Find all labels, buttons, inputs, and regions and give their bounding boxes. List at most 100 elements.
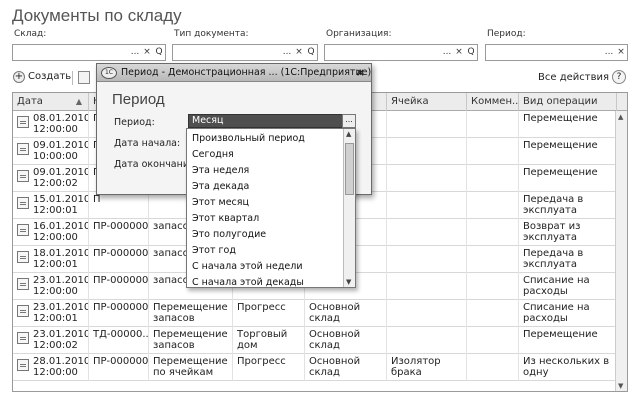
cell-date: 08.01.2010 12:00:00	[13, 111, 89, 138]
table-row[interactable]: 23.01.201012:00:01ПР-000000...Перемещени…	[13, 300, 627, 327]
warehouse-open-icon[interactable]: Q	[153, 45, 165, 60]
cell-number: П	[89, 192, 149, 219]
copy-icon[interactable]	[78, 71, 90, 84]
cell-cell	[387, 138, 467, 165]
warehouse-select-button[interactable]: ...	[129, 45, 141, 60]
period-select[interactable]: Месяц	[188, 114, 356, 128]
start-date-label: Дата начала:	[114, 138, 181, 149]
column-header-operation[interactable]: Вид операции	[519, 93, 617, 111]
organization-select-button[interactable]: ...	[441, 45, 453, 60]
period-filter-clear-icon[interactable]: ×	[615, 45, 627, 60]
period-dropdown-list: Произвольный период Сегодня Эта неделя Эта …	[186, 128, 356, 288]
row-time: 12:00:00	[33, 232, 78, 243]
scroll-up-icon[interactable]: ▲	[618, 113, 623, 121]
doc-type-select-button[interactable]: ...	[281, 45, 293, 60]
cell-document: Перемещение по ячейкам	[149, 354, 233, 381]
document-icon	[17, 143, 29, 155]
document-icon	[17, 305, 29, 317]
period-filter-select-button[interactable]: ...	[603, 45, 615, 60]
organization-clear-icon[interactable]: ×	[453, 45, 465, 60]
doc-type-label: Тип документа:	[174, 29, 249, 39]
cell-cell	[387, 165, 467, 192]
period-option[interactable]: Эта декада	[192, 181, 249, 192]
cell-organization: Торговый дом	[233, 327, 305, 354]
column-header-comment[interactable]: Коммен...	[467, 93, 519, 111]
period-option[interactable]: С начала этой недели	[192, 261, 303, 272]
cell-operation: Списание на расходы	[519, 300, 617, 327]
sort-ascending-icon: ▲	[75, 97, 82, 106]
period-filter-label: Период:	[487, 29, 526, 39]
document-icon	[17, 170, 29, 182]
cell-cell: Изолятор брака	[387, 354, 467, 381]
cell-date: 18.01.2010 12:00:01	[13, 246, 89, 273]
cell-document: Перемещение запасов	[149, 327, 233, 354]
column-header-date[interactable]: Дата ▲	[13, 93, 89, 111]
cell-number: ПР-000000...	[89, 300, 149, 327]
scroll-down-icon[interactable]: ▼	[346, 278, 351, 286]
row-time: 12:00:01	[33, 313, 78, 324]
organization-open-icon[interactable]: Q	[465, 45, 477, 60]
period-option[interactable]: Эта неделя	[192, 165, 249, 176]
all-actions-menu[interactable]: Все действия ▾	[538, 72, 617, 83]
period-option[interactable]: Этот месяц	[192, 197, 249, 208]
document-icon	[17, 197, 29, 209]
cell-date: 09.01.2010 10:00:00	[13, 138, 89, 165]
cell-cell	[387, 246, 467, 273]
cell-warehouse: Основной склад	[305, 327, 387, 354]
page-title: Документы по складу	[12, 6, 182, 25]
period-label: Период:	[114, 117, 155, 128]
cell-cell	[387, 111, 467, 138]
scroll-down-icon[interactable]: ▼	[618, 382, 623, 390]
document-icon	[17, 116, 29, 128]
cell-warehouse: Основной склад	[305, 300, 387, 327]
row-date: 18.01.2010	[33, 248, 89, 259]
cell-operation: Возврат из эксплуата	[519, 219, 617, 246]
scroll-up-icon[interactable]: ▲	[346, 130, 351, 138]
doc-type-field[interactable]: ... × Q	[172, 44, 318, 61]
period-filter-field[interactable]: ... ×	[485, 44, 628, 61]
document-icon	[17, 332, 29, 344]
dialog-title: Период - Демонстрационная ... (1С:Предпр…	[121, 67, 372, 78]
period-option[interactable]: Этот квартал	[192, 213, 259, 224]
dropdown-scrollbar[interactable]: ▲ ▼	[343, 129, 355, 287]
table-scrollbar[interactable]: ▲ ▼	[615, 111, 627, 391]
cell-comment	[467, 300, 519, 327]
organization-label: Организация:	[326, 29, 392, 39]
period-select-button[interactable]: ...	[342, 114, 356, 128]
row-time: 12:00:00	[33, 286, 78, 297]
organization-field[interactable]: ... × Q	[324, 44, 478, 61]
row-date: 23.01.2010	[33, 329, 89, 340]
doc-type-clear-icon[interactable]: ×	[293, 45, 305, 60]
period-option[interactable]: С начала этой декады	[192, 277, 304, 288]
period-option[interactable]: Сегодня	[192, 149, 234, 160]
period-option[interactable]: Произвольный период	[192, 133, 305, 144]
cell-comment	[467, 327, 519, 354]
cell-date: 15.01.2010 12:00:01	[13, 192, 89, 219]
help-icon[interactable]: ?	[612, 70, 626, 84]
period-option[interactable]: Этот год	[192, 245, 236, 256]
scroll-thumb[interactable]	[345, 143, 354, 195]
row-date: 09.01.2010	[33, 167, 89, 178]
cell-cell	[387, 219, 467, 246]
row-date: 09.01.2010	[33, 140, 89, 151]
cell-comment	[467, 219, 519, 246]
table-row[interactable]: 23.01.2010 12:00:02 ТД-00000... Перемещение…	[13, 327, 627, 354]
dialog-titlebar[interactable]: 1С Период - Демонстрационная ... (1С:Пре…	[97, 64, 371, 82]
row-date: 15.01.2010	[33, 194, 89, 205]
row-time: 12:00:00	[33, 367, 78, 378]
cell-date: 23.01.2010 12:00:00	[13, 273, 89, 300]
cell-operation: Из нескольких в одну	[519, 354, 617, 381]
close-icon[interactable]: ×	[356, 66, 365, 79]
period-option[interactable]: Это полугодие	[192, 229, 266, 240]
row-date: 23.01.2010	[33, 302, 89, 313]
cell-number: ПР-000000...	[89, 246, 149, 273]
warehouse-field[interactable]: ... × Q	[12, 44, 166, 61]
cell-organization: Прогресс	[233, 300, 305, 327]
warehouse-clear-icon[interactable]: ×	[141, 45, 153, 60]
column-header-cell[interactable]: Ячейка	[387, 93, 467, 111]
create-button[interactable]: + Создать	[13, 71, 71, 83]
row-time: 12:00:02	[33, 340, 78, 351]
doc-type-open-icon[interactable]: Q	[305, 45, 317, 60]
table-row[interactable]: 28.01.201012:00:00ПР-000000...Перемещени…	[13, 354, 627, 381]
dialog-heading: Период	[112, 91, 165, 108]
